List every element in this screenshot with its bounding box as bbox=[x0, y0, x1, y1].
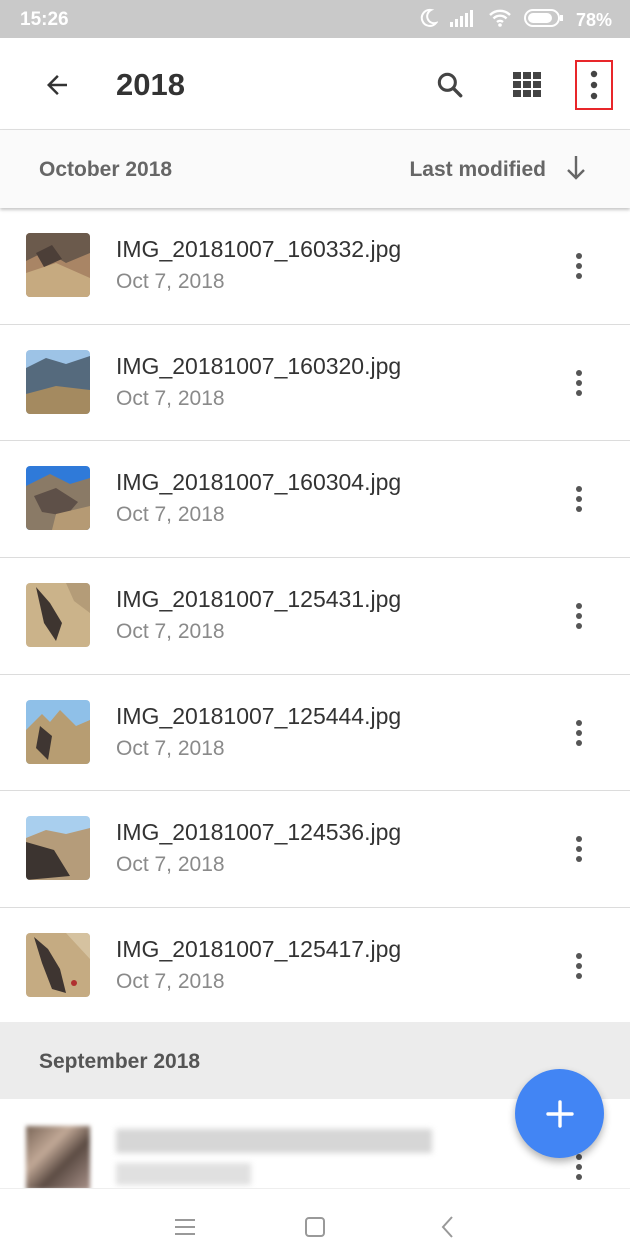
file-row[interactable]: IMG_20181007_160320.jpg Oct 7, 2018 bbox=[0, 324, 630, 442]
file-row[interactable]: IMG_20181007_125431.jpg Oct 7, 2018 bbox=[0, 558, 630, 675]
row-more-button[interactable] bbox=[562, 363, 596, 403]
row-more-button[interactable] bbox=[562, 946, 596, 986]
status-time: 15:26 bbox=[20, 9, 69, 30]
row-more-button[interactable] bbox=[562, 713, 596, 753]
more-vert-icon bbox=[576, 719, 582, 746]
app-bar: 2018 bbox=[0, 38, 630, 180]
file-thumbnail bbox=[26, 1126, 90, 1190]
nav-menu-button[interactable] bbox=[167, 1209, 203, 1245]
file-row[interactable]: IMG_20181007_124536.jpg Oct 7, 2018 bbox=[0, 791, 630, 909]
file-thumbnail bbox=[26, 466, 90, 531]
row-more-button[interactable] bbox=[562, 479, 596, 519]
file-thumbnail bbox=[26, 233, 90, 297]
file-name: IMG_20181007_125444.jpg bbox=[116, 702, 402, 729]
file-name: IMG_20181007_125431.jpg bbox=[116, 586, 402, 613]
blurred-file-name bbox=[116, 1129, 432, 1153]
sort-bar: October 2018 Last modified bbox=[0, 130, 630, 208]
plus-icon bbox=[545, 1099, 574, 1128]
back-arrow-icon bbox=[47, 75, 67, 95]
more-options-button[interactable] bbox=[575, 60, 613, 110]
search-icon bbox=[437, 72, 463, 98]
file-row[interactable]: IMG_20181007_160304.jpg Oct 7, 2018 bbox=[0, 441, 630, 559]
back-button[interactable] bbox=[32, 60, 82, 110]
wifi-icon bbox=[488, 9, 512, 32]
sort-by-button[interactable]: Last modified bbox=[409, 158, 546, 182]
row-more-button[interactable] bbox=[562, 596, 596, 636]
file-thumbnail bbox=[26, 583, 90, 648]
row-more-button[interactable] bbox=[562, 246, 596, 286]
battery-percentage: 78% bbox=[575, 10, 612, 30]
file-date: Oct 7, 2018 bbox=[116, 620, 225, 644]
arrow-down-icon bbox=[567, 156, 585, 180]
signal-icon bbox=[449, 9, 476, 32]
row-more-button[interactable] bbox=[562, 829, 596, 869]
blurred-file-date bbox=[116, 1163, 251, 1185]
file-name: IMG_20181007_125417.jpg bbox=[116, 936, 402, 963]
file-date: Oct 7, 2018 bbox=[116, 853, 225, 877]
file-thumbnail bbox=[26, 816, 90, 881]
file-row[interactable]: IMG_20181007_160332.jpg Oct 7, 2018 bbox=[0, 208, 630, 325]
section-header-october: October 2018 bbox=[39, 158, 173, 181]
file-row[interactable]: IMG_20181007_125417.jpg Oct 7, 2018 bbox=[0, 908, 630, 1025]
more-vert-icon bbox=[576, 1154, 582, 1180]
file-date: Oct 7, 2018 bbox=[116, 386, 225, 410]
nav-back-button[interactable] bbox=[430, 1209, 466, 1245]
file-name: IMG_20181007_160320.jpg bbox=[116, 352, 402, 379]
status-icons: 78% bbox=[418, 8, 612, 33]
file-thumbnail bbox=[26, 349, 90, 414]
more-vert-icon bbox=[576, 369, 582, 396]
file-thumbnail bbox=[26, 933, 90, 998]
file-thumbnail bbox=[26, 699, 90, 764]
system-nav-bar bbox=[0, 1188, 630, 1260]
file-date: Oct 7, 2018 bbox=[116, 970, 225, 994]
file-name: IMG_20181007_160332.jpg bbox=[116, 236, 402, 262]
file-name: IMG_20181007_124536.jpg bbox=[116, 819, 402, 846]
more-vert-icon bbox=[576, 836, 582, 863]
home-square-icon bbox=[305, 1217, 325, 1237]
page-title: 2018 bbox=[116, 67, 185, 102]
add-fab-button[interactable] bbox=[515, 1069, 604, 1158]
grid-view-button[interactable] bbox=[503, 60, 553, 110]
sort-direction-button[interactable] bbox=[564, 154, 588, 187]
file-name: IMG_20181007_160304.jpg bbox=[116, 469, 402, 496]
file-row[interactable]: IMG_20181007_125444.jpg Oct 7, 2018 bbox=[0, 674, 630, 792]
grid-view-icon bbox=[513, 72, 541, 97]
file-date: Oct 7, 2018 bbox=[116, 270, 225, 293]
more-vert-icon bbox=[576, 253, 582, 279]
more-vert-icon bbox=[576, 486, 582, 513]
file-list: IMG_20181007_160332.jpg Oct 7, 2018 IMG_… bbox=[0, 208, 630, 1025]
menu-icon bbox=[175, 1219, 195, 1235]
more-vert-icon bbox=[590, 70, 598, 100]
moon-icon bbox=[418, 8, 439, 33]
more-vert-icon bbox=[576, 603, 582, 630]
back-chevron-icon bbox=[441, 1216, 453, 1238]
file-date: Oct 7, 2018 bbox=[116, 503, 225, 527]
more-vert-icon bbox=[576, 953, 582, 980]
search-button[interactable] bbox=[425, 60, 475, 110]
nav-home-button[interactable] bbox=[297, 1209, 333, 1245]
file-date: Oct 7, 2018 bbox=[116, 736, 225, 760]
status-bar: 15:26 78% bbox=[0, 0, 630, 38]
section-label: September 2018 bbox=[39, 1050, 201, 1073]
battery-icon bbox=[523, 8, 564, 33]
